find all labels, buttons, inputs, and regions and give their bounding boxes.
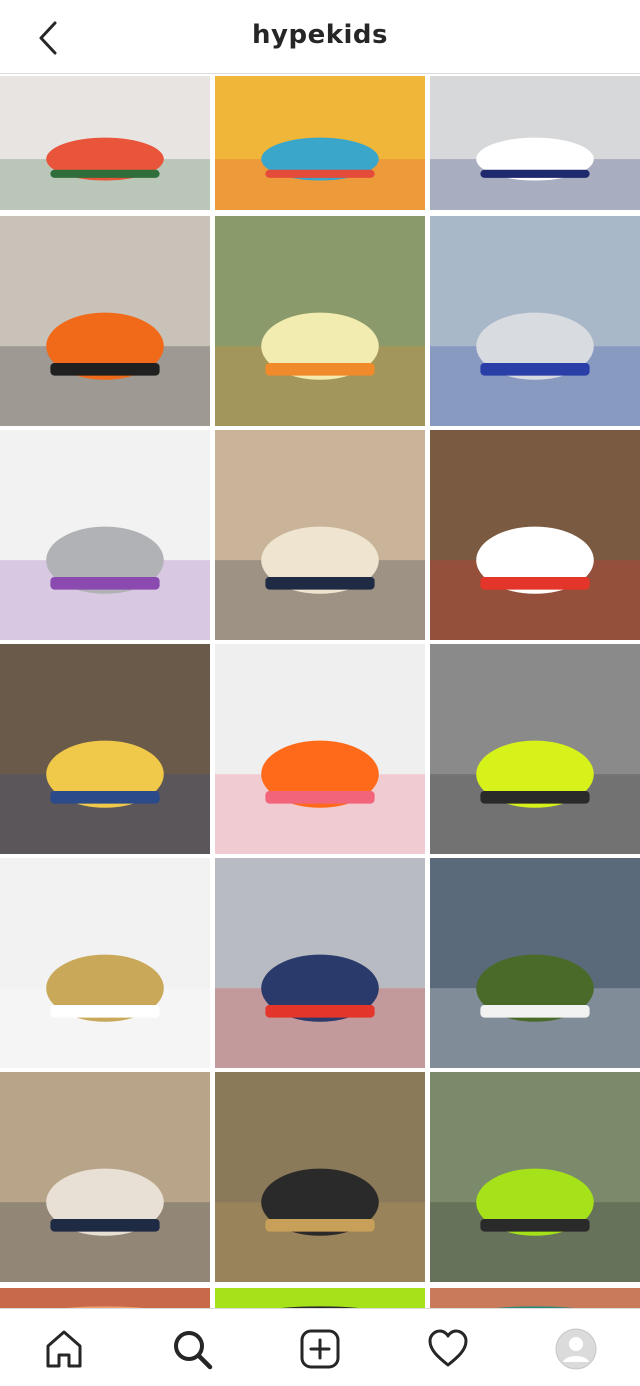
post-thumbnail <box>0 76 210 210</box>
post-two-kids-sitting[interactable] <box>0 216 210 426</box>
post-thumbnail <box>430 216 640 426</box>
post-infrared-sneakers[interactable] <box>430 430 640 640</box>
post-air-force-legs[interactable] <box>215 1072 425 1282</box>
post-toddler-cream-hoodie[interactable] <box>215 430 425 640</box>
post-air-max-product[interactable] <box>0 430 210 640</box>
nav-activity[interactable] <box>424 1325 472 1373</box>
post-toddler-trench[interactable] <box>0 1072 210 1282</box>
post-thumbnail <box>0 858 210 1068</box>
post-green-beanie[interactable] <box>430 1072 640 1282</box>
search-icon <box>174 1331 213 1370</box>
post-thumbnail <box>430 1072 640 1282</box>
heart-icon <box>428 1329 468 1367</box>
post-neon-jacket[interactable] <box>430 644 640 854</box>
post-baby-leopard-pants[interactable] <box>0 644 210 854</box>
post-thumbnail <box>215 1072 425 1282</box>
post-sneaker-lacing[interactable] <box>0 76 210 210</box>
profile-username: hypekids <box>252 20 388 50</box>
post-thumbnail <box>215 76 425 210</box>
post-thumbnail <box>215 644 425 854</box>
nav-profile[interactable] <box>552 1325 600 1373</box>
post-partial-3[interactable] <box>430 1288 640 1310</box>
nav-search[interactable] <box>168 1325 216 1373</box>
post-metallic-gold-shoe[interactable] <box>0 858 210 1068</box>
post-partial-2[interactable] <box>215 1288 425 1310</box>
post-yellow-sneakers[interactable] <box>215 216 425 426</box>
post-thumbnail <box>430 1288 640 1310</box>
post-thumbnail <box>0 1072 210 1282</box>
post-thumbnail <box>430 644 640 854</box>
top-bar: hypekids <box>0 0 640 74</box>
bottom-nav <box>0 1308 640 1386</box>
post-thumbnail <box>215 1288 425 1310</box>
post-kid-sunglasses[interactable] <box>215 858 425 1068</box>
post-thumbnail <box>0 1288 210 1310</box>
post-dunk-orange[interactable] <box>215 644 425 854</box>
post-thumbnail <box>0 644 210 854</box>
post-thumbnail <box>215 430 425 640</box>
post-jordan-five[interactable] <box>430 76 640 210</box>
post-thumbnail <box>215 858 425 1068</box>
post-thumbnail <box>0 430 210 640</box>
plus-square-icon <box>300 1329 340 1369</box>
post-baby-playmat[interactable] <box>215 76 425 210</box>
post-partial-1[interactable] <box>0 1288 210 1310</box>
post-thumbnail <box>0 216 210 426</box>
nav-new-post[interactable] <box>296 1325 344 1373</box>
post-thumbnail <box>430 858 640 1068</box>
post-thumbnail <box>430 430 640 640</box>
post-vans-socks[interactable] <box>430 858 640 1068</box>
nav-home[interactable] <box>40 1325 88 1373</box>
home-icon <box>46 1330 82 1368</box>
posts-grid <box>0 76 640 1310</box>
post-thumbnail <box>430 76 640 210</box>
post-thumbnail <box>215 216 425 426</box>
avatar-icon <box>555 1328 597 1370</box>
post-toddler-grey-suit[interactable] <box>430 216 640 426</box>
